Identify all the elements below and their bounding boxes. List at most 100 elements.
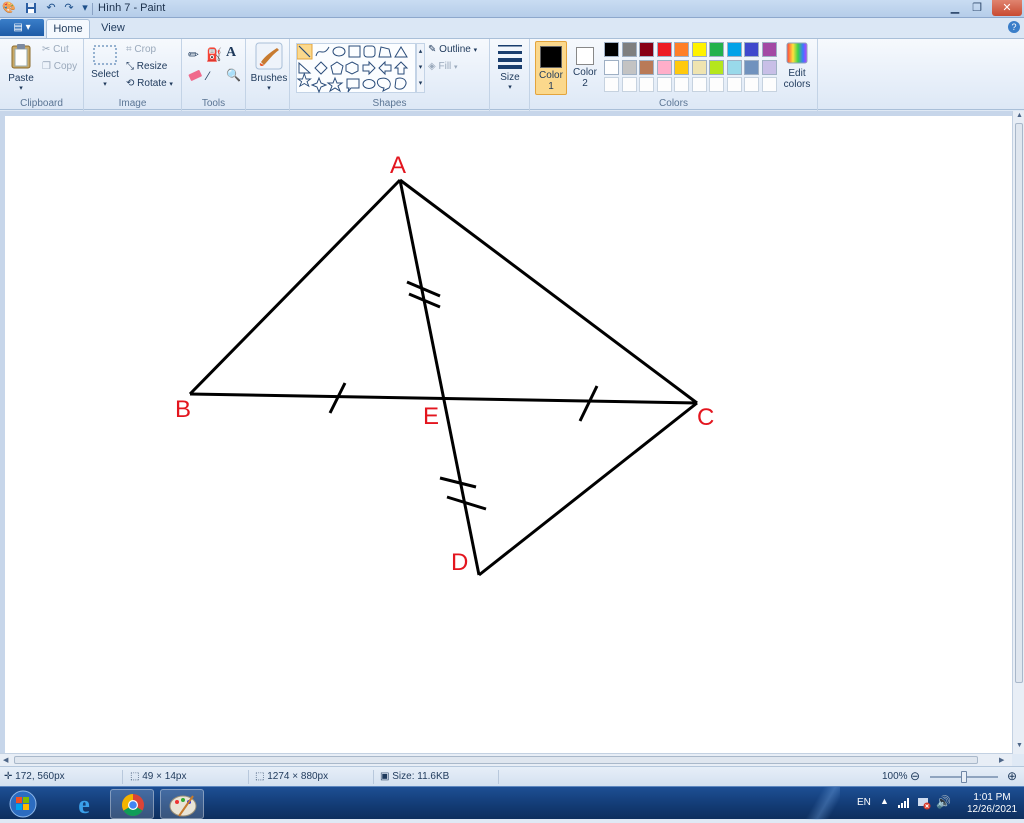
- color-swatch[interactable]: [726, 42, 742, 57]
- fill-bucket-icon[interactable]: ⛽: [206, 47, 222, 63]
- custom-color-slot[interactable]: [639, 77, 654, 92]
- magnifier-icon[interactable]: 🔍: [226, 68, 241, 82]
- color-swatch[interactable]: [639, 42, 654, 57]
- scroll-up-arrow[interactable]: ▲: [1016, 112, 1023, 119]
- status-separator: [122, 770, 123, 784]
- color-swatch[interactable]: [691, 59, 707, 75]
- redo-icon[interactable]: ↷: [62, 2, 76, 15]
- tab-home[interactable]: Home: [46, 19, 90, 38]
- shapes-gallery-scroll[interactable]: ▴ ▾ ▾: [416, 43, 425, 93]
- select-dropdown-icon[interactable]: ▾: [90, 80, 120, 88]
- paste-button[interactable]: Paste ▾: [6, 42, 36, 92]
- horizontal-scroll-thumb[interactable]: [14, 756, 978, 764]
- color-swatch[interactable]: [726, 59, 742, 75]
- edit-colors-button[interactable]: Edit colors: [780, 41, 814, 90]
- resize-button[interactable]: ⤡ Resize: [126, 61, 167, 72]
- zoom-slider-thumb[interactable]: [961, 771, 967, 783]
- color-swatch[interactable]: [621, 59, 637, 75]
- close-button[interactable]: ✕: [992, 0, 1022, 16]
- color-swatch[interactable]: [604, 59, 619, 75]
- color-swatch[interactable]: [674, 59, 689, 75]
- svg-text:e: e: [78, 790, 90, 819]
- select-button[interactable]: Select ▾: [90, 44, 120, 88]
- custom-color-slot[interactable]: [674, 77, 689, 92]
- color-swatch[interactable]: [744, 42, 759, 57]
- brushes-group: Brushes ▾: [246, 39, 290, 111]
- fill-icon: ◈: [428, 61, 436, 72]
- color2-button[interactable]: Color 2: [570, 41, 600, 95]
- help-icon[interactable]: ?: [1008, 21, 1020, 33]
- brushes-button[interactable]: Brushes ▾: [250, 42, 288, 92]
- custom-color-slot[interactable]: [621, 77, 637, 92]
- paint-palette-icon: [169, 795, 197, 817]
- language-indicator[interactable]: EN: [857, 797, 871, 808]
- cut-button[interactable]: ✂ Cut: [42, 44, 69, 55]
- color-swatch[interactable]: [709, 42, 724, 57]
- color2-label-line1: Color: [573, 67, 597, 78]
- paint-menu-button[interactable]: ▤ ▾: [0, 19, 44, 36]
- scroll-right-arrow[interactable]: ▶: [999, 756, 1004, 764]
- network-status-icon[interactable]: [917, 796, 931, 813]
- zoom-in-icon[interactable]: ⊕: [1007, 769, 1017, 783]
- paste-dropdown-icon[interactable]: ▾: [6, 84, 36, 92]
- color-swatch[interactable]: [656, 59, 672, 75]
- vertical-scroll-thumb[interactable]: [1015, 123, 1023, 683]
- color-swatch[interactable]: [709, 59, 724, 75]
- custom-color-slot[interactable]: [744, 77, 759, 92]
- minimize-button[interactable]: ▁: [944, 0, 966, 16]
- text-tool-icon[interactable]: A: [226, 45, 236, 61]
- system-clock[interactable]: 1:01 PM 12/26/2021: [962, 792, 1022, 816]
- color-swatch[interactable]: [744, 59, 759, 75]
- size-label: Size: [500, 72, 520, 83]
- color1-label-line1: Color: [539, 70, 563, 81]
- point-label-a: A: [390, 152, 407, 179]
- fill-button[interactable]: ◈ Fill ▾: [428, 61, 458, 72]
- color-swatch[interactable]: [761, 59, 777, 75]
- copy-button[interactable]: ❐ Copy: [42, 61, 77, 72]
- size-button[interactable]: Size ▾: [494, 43, 526, 91]
- outline-button[interactable]: ✎ Outline ▾: [428, 44, 477, 55]
- horizontal-scrollbar[interactable]: ◀ ▶: [0, 753, 1012, 766]
- custom-color-slot[interactable]: [709, 77, 724, 92]
- geometry-drawing: [188, 178, 698, 577]
- color-swatch[interactable]: [674, 42, 689, 57]
- color-swatch[interactable]: [621, 42, 637, 57]
- color1-button[interactable]: Color 1: [535, 41, 567, 95]
- size-group: Size ▾: [490, 39, 530, 111]
- undo-icon[interactable]: ↶: [44, 2, 58, 15]
- pencil-icon[interactable]: ✏: [188, 47, 199, 63]
- custom-color-slot[interactable]: [761, 77, 777, 92]
- color-swatch[interactable]: [604, 42, 619, 57]
- select-icon: [93, 45, 117, 65]
- crop-button[interactable]: ⌗ Crop: [126, 44, 156, 55]
- paint-taskbar-button[interactable]: [160, 789, 204, 819]
- paint-app-icon[interactable]: 🎨: [2, 2, 16, 15]
- color-picker-icon[interactable]: ⁄: [207, 69, 209, 83]
- start-button[interactable]: [2, 789, 44, 819]
- chrome-button[interactable]: [110, 789, 154, 819]
- rotate-label: Rotate: [137, 78, 167, 90]
- internet-explorer-button[interactable]: e: [62, 789, 106, 819]
- color-swatch[interactable]: [639, 59, 654, 75]
- eraser-icon[interactable]: [188, 69, 202, 84]
- color-swatch[interactable]: [761, 42, 777, 57]
- show-hidden-icons-icon[interactable]: ▲: [880, 796, 889, 806]
- restore-button[interactable]: ❐: [966, 0, 988, 16]
- rotate-button[interactable]: ⟲ Rotate ▾: [126, 78, 173, 89]
- custom-color-slot[interactable]: [604, 77, 619, 92]
- scroll-left-arrow[interactable]: ◀: [3, 756, 8, 764]
- custom-color-slot[interactable]: [691, 77, 707, 92]
- vertical-scrollbar[interactable]: ▲ ▼: [1012, 111, 1024, 754]
- save-icon[interactable]: [24, 2, 38, 15]
- customize-quick-access-icon[interactable]: ▾: [78, 2, 92, 15]
- custom-color-slot[interactable]: [726, 77, 742, 92]
- drawing-canvas[interactable]: A B C D E: [5, 116, 1012, 756]
- custom-color-slot[interactable]: [656, 77, 672, 92]
- volume-icon[interactable]: 🔊: [936, 795, 951, 809]
- scroll-down-arrow[interactable]: ▼: [1016, 742, 1023, 749]
- network-signal-icon[interactable]: [898, 796, 912, 811]
- color-swatch[interactable]: [656, 42, 672, 57]
- zoom-out-icon[interactable]: ⊖: [910, 769, 920, 783]
- tab-view[interactable]: View: [92, 19, 134, 38]
- color-swatch[interactable]: [691, 42, 707, 57]
